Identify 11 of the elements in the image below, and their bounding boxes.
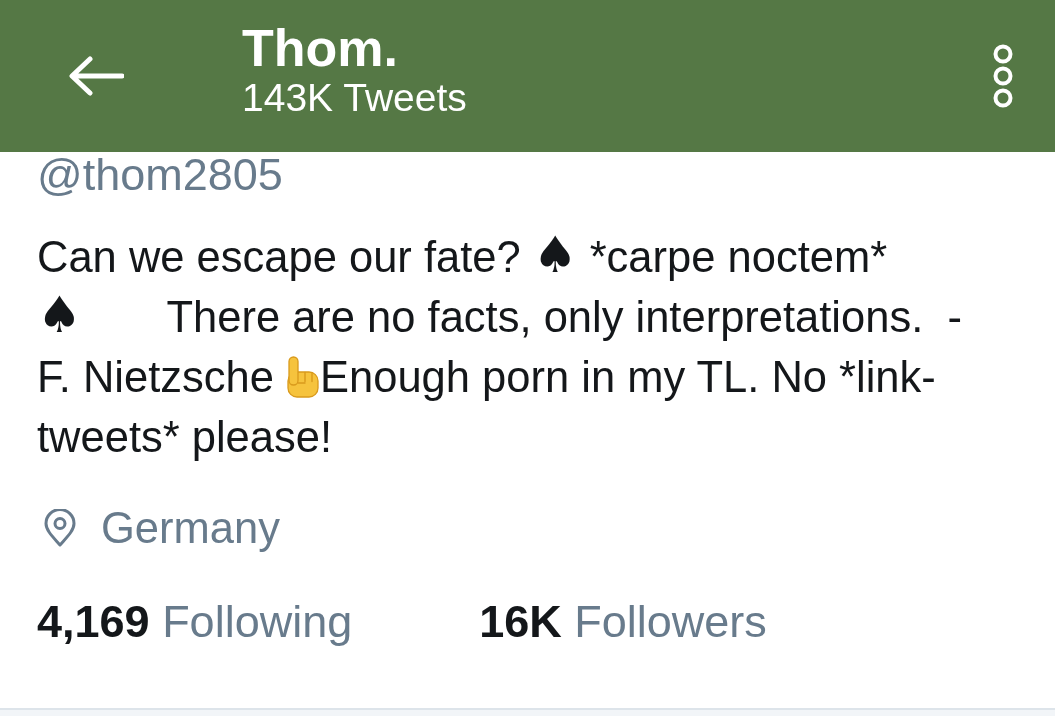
pointing-up-hand-icon bbox=[286, 356, 320, 398]
location-text: Germany bbox=[101, 503, 280, 553]
followers-link[interactable]: 16K Followers bbox=[479, 597, 767, 647]
location-pin-icon bbox=[43, 509, 77, 547]
profile-name-title: Thom. bbox=[242, 20, 398, 76]
more-options-icon[interactable] bbox=[991, 44, 1015, 108]
bio-text: Can we escape our fate? ♠ *carpe noctem* ♠ There are no facts, only interpretations. - F. Nietzsche Enough porn in my TL. No *link-tweets* please! bbox=[37, 227, 963, 463]
following-link[interactable]: 4,169 Following bbox=[37, 597, 353, 647]
back-arrow-icon[interactable] bbox=[68, 56, 124, 96]
username-handle: @thom2805 bbox=[37, 152, 283, 198]
tweet-count-text: 143K Tweets bbox=[242, 76, 467, 120]
